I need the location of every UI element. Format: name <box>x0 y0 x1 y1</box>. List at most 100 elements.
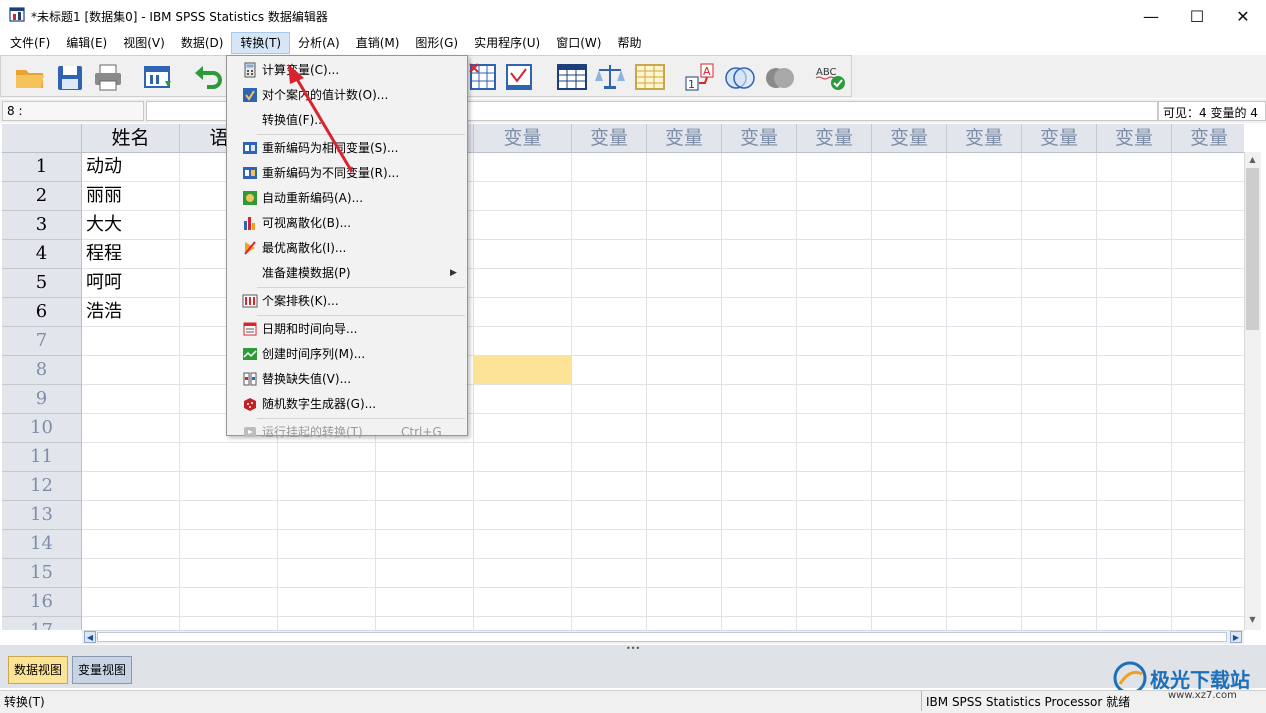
row-header[interactable]: 6 <box>2 298 82 327</box>
grid-cell[interactable] <box>647 472 722 501</box>
grid-cell[interactable] <box>722 153 797 182</box>
grid-cell[interactable] <box>1022 559 1097 588</box>
grid-cell[interactable] <box>1172 530 1244 559</box>
grid-cell[interactable] <box>82 559 180 588</box>
recall-dialog-icon[interactable] <box>141 61 175 93</box>
grid-cell[interactable] <box>376 588 474 617</box>
grid-cell[interactable] <box>1172 356 1244 385</box>
grid-cell[interactable] <box>1022 530 1097 559</box>
scroll-down-arrow-icon[interactable]: ▼ <box>1244 612 1261 628</box>
grid-cell[interactable] <box>1022 385 1097 414</box>
grid-cell[interactable] <box>797 298 872 327</box>
grid-cell[interactable] <box>278 501 376 530</box>
grid-cell[interactable] <box>180 472 278 501</box>
grid-cell[interactable] <box>1022 501 1097 530</box>
grid-cell[interactable] <box>82 588 180 617</box>
grid-cell[interactable] <box>872 472 947 501</box>
grid-cell[interactable] <box>797 617 872 630</box>
grid-cell[interactable] <box>1097 472 1172 501</box>
grid-cell[interactable] <box>947 617 1022 630</box>
grid-cell[interactable] <box>572 182 647 211</box>
grid-cell[interactable] <box>722 240 797 269</box>
grid-cell[interactable] <box>278 530 376 559</box>
column-header[interactable]: 姓名 <box>82 124 180 153</box>
grid-cell[interactable] <box>947 472 1022 501</box>
grid-cell[interactable] <box>474 327 572 356</box>
grid-cell[interactable] <box>797 501 872 530</box>
row-header[interactable]: 3 <box>2 211 82 240</box>
row-header[interactable]: 5 <box>2 269 82 298</box>
spss-app-icon[interactable] <box>9 7 27 23</box>
grid-cell[interactable] <box>82 617 180 630</box>
grid-cell[interactable] <box>872 298 947 327</box>
grid-cell[interactable] <box>872 443 947 472</box>
row-header[interactable]: 10 <box>2 414 82 443</box>
grid-cell[interactable] <box>572 501 647 530</box>
grid-cell[interactable] <box>722 501 797 530</box>
grid-cell[interactable] <box>1172 211 1244 240</box>
grid-cell[interactable] <box>947 414 1022 443</box>
grid-cell[interactable] <box>1172 153 1244 182</box>
grid-cell[interactable] <box>1097 269 1172 298</box>
grid-cell[interactable] <box>797 559 872 588</box>
grid-cell[interactable] <box>1022 211 1097 240</box>
grid-cell[interactable] <box>1097 414 1172 443</box>
grid-cell[interactable] <box>722 530 797 559</box>
grid-cell[interactable] <box>1097 559 1172 588</box>
column-header[interactable]: 变量 <box>722 124 797 153</box>
grid-cell[interactable]: 动动 <box>82 153 180 182</box>
grid-cell[interactable] <box>180 559 278 588</box>
grid-cell[interactable] <box>722 414 797 443</box>
grid-cell[interactable] <box>947 153 1022 182</box>
column-header[interactable]: 变量 <box>474 124 572 153</box>
grid-cell[interactable] <box>947 443 1022 472</box>
grid-cell[interactable] <box>1172 414 1244 443</box>
grid-cell[interactable]: 程程 <box>82 240 180 269</box>
grid-cell[interactable] <box>947 269 1022 298</box>
grid-cell[interactable] <box>572 617 647 630</box>
grid-cell[interactable] <box>722 211 797 240</box>
row-header[interactable]: 11 <box>2 443 82 472</box>
grid-cell[interactable] <box>82 356 180 385</box>
scroll-left-arrow-icon[interactable]: ◀ <box>84 631 96 643</box>
grid-cell[interactable] <box>947 298 1022 327</box>
grid-cell[interactable] <box>1022 182 1097 211</box>
grid-cell[interactable] <box>1097 182 1172 211</box>
grid-cell[interactable] <box>722 298 797 327</box>
grid-cell[interactable] <box>647 327 722 356</box>
grid-cell[interactable] <box>872 501 947 530</box>
grid-cell[interactable] <box>647 501 722 530</box>
grid-cell[interactable] <box>180 588 278 617</box>
grid-cell[interactable] <box>82 501 180 530</box>
save-icon[interactable] <box>53 61 87 93</box>
menu-item-2[interactable]: 视图(V) <box>115 32 173 54</box>
grid-cell[interactable] <box>474 211 572 240</box>
grid-cell[interactable] <box>572 385 647 414</box>
grid-cell[interactable] <box>947 501 1022 530</box>
grid-cell[interactable] <box>474 443 572 472</box>
dropdown-item-15[interactable]: 替换缺失值(V)... <box>228 367 466 392</box>
grid-cell[interactable] <box>872 414 947 443</box>
grid-cell[interactable] <box>722 559 797 588</box>
grid-cell[interactable] <box>647 588 722 617</box>
grid-cell[interactable] <box>872 617 947 630</box>
grid-cell[interactable] <box>1172 298 1244 327</box>
grid-cell[interactable] <box>474 182 572 211</box>
grid-cell[interactable] <box>1022 327 1097 356</box>
grid-cell[interactable] <box>947 530 1022 559</box>
grid-cell[interactable] <box>872 385 947 414</box>
grid-cell[interactable] <box>572 414 647 443</box>
grid-cell[interactable] <box>82 530 180 559</box>
grid-cell[interactable] <box>474 617 572 630</box>
grid-cell[interactable] <box>722 182 797 211</box>
menu-item-6[interactable]: 直销(M) <box>348 32 408 54</box>
grid-cell[interactable] <box>1022 153 1097 182</box>
grid-cell[interactable]: 大大 <box>82 211 180 240</box>
grid-cell[interactable]: 浩浩 <box>82 298 180 327</box>
grid-cell[interactable] <box>572 153 647 182</box>
grid-cell[interactable] <box>1022 356 1097 385</box>
grid-cell[interactable] <box>1097 298 1172 327</box>
grid-cell[interactable] <box>947 211 1022 240</box>
grid-cell[interactable] <box>872 240 947 269</box>
menu-item-1[interactable]: 编辑(E) <box>58 32 115 54</box>
